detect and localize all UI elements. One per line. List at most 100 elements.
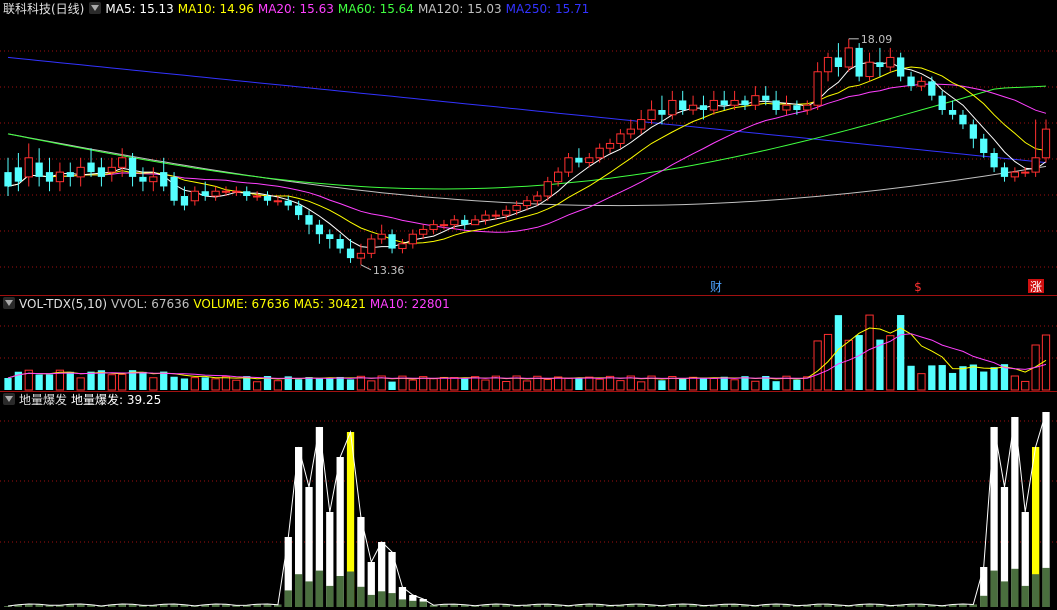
candle-up	[481, 214, 490, 221]
candle-up	[1031, 157, 1040, 173]
volume-bar-down	[897, 315, 905, 390]
indicator-base-bar	[419, 601, 427, 607]
volume-bar-down	[388, 381, 396, 390]
volume-bar-up	[252, 381, 262, 391]
volume-bar-up	[688, 376, 698, 391]
candle-down	[834, 57, 843, 67]
indicator-base-bar	[326, 585, 334, 607]
candle-down	[876, 62, 884, 67]
candle-up	[118, 157, 127, 168]
volume-bar-up	[543, 378, 552, 391]
volume-bar-down	[948, 372, 957, 390]
volume-bar-down	[772, 381, 780, 390]
candle-up	[688, 104, 698, 111]
indicator-base-bar	[336, 576, 344, 607]
volume-bar-up	[273, 380, 283, 391]
candle-down	[4, 172, 12, 187]
candle-up	[439, 224, 449, 227]
indicator-base-bar	[1011, 568, 1019, 607]
candle-up	[149, 176, 158, 183]
candle-down	[461, 219, 469, 225]
candle-down	[243, 191, 251, 196]
event-marker: $	[914, 280, 922, 294]
candle-up	[865, 61, 874, 78]
volume-bar-down	[907, 365, 915, 390]
candle-down	[772, 100, 780, 110]
volume-bar-up	[585, 376, 594, 391]
indicator-base-bar	[357, 586, 365, 607]
volume-bar-up	[367, 380, 376, 391]
candle-down	[35, 162, 43, 177]
volume-bar-up	[450, 377, 459, 391]
candle-up	[232, 190, 241, 193]
volume-bar-down	[4, 378, 12, 390]
volume-pane[interactable]: VOL-TDX(5,10) VVOL: 67636 VOLUME: 67636 MA5…	[0, 296, 1057, 391]
candle-up	[470, 219, 480, 226]
candle-up	[803, 104, 812, 111]
candle-down	[128, 157, 137, 177]
indicator-base-bar	[398, 599, 407, 607]
low-price-label: 13.36	[373, 264, 405, 277]
candle-down	[980, 138, 988, 153]
volume-bar-down	[980, 371, 988, 390]
event-marker: 财	[710, 280, 722, 294]
volume-bar-up	[917, 373, 926, 391]
candle-up	[585, 157, 594, 164]
indicator-line	[7, 411, 1047, 607]
candle-down	[45, 172, 54, 182]
volume-bar-down	[139, 371, 147, 390]
volume-bar-down	[336, 376, 344, 390]
volume-bar-down	[45, 374, 54, 390]
candle-down	[97, 167, 106, 177]
candle-down	[575, 157, 583, 163]
indicator-base-bar	[367, 594, 375, 607]
volume-bar-up	[709, 377, 718, 391]
volume-bar-up	[190, 377, 199, 391]
volume-bar-down	[938, 365, 946, 390]
kline-pane[interactable]: 联科科技(日线) MA5: 15.13 MA10: 14.96 MA20: 15.63…	[0, 0, 1057, 295]
candle-up	[522, 200, 532, 207]
volume-bar-down	[876, 339, 884, 390]
volume-bar-up	[595, 378, 604, 391]
candle-up	[1021, 171, 1030, 174]
ma10-line	[7, 66, 1047, 244]
candle-down	[699, 105, 708, 110]
candle-down	[180, 196, 189, 206]
candle-up	[1010, 171, 1019, 178]
candle-up	[616, 133, 625, 144]
candle-up	[24, 157, 33, 178]
indicator-pane[interactable]: 地量爆发 地量爆发: 39.25	[0, 392, 1057, 610]
candle-up	[252, 195, 262, 198]
candle-down	[160, 172, 168, 187]
candle-down	[315, 224, 324, 235]
candle-down	[170, 176, 178, 201]
candle-down	[658, 110, 666, 115]
candle-up	[668, 99, 677, 116]
volume-bar-up	[813, 340, 822, 391]
candle-up	[429, 224, 438, 230]
candle-down	[855, 47, 863, 77]
candle-down	[793, 105, 801, 110]
indicator-chart[interactable]	[0, 392, 1057, 610]
candle-down	[263, 196, 272, 201]
candle-up	[595, 147, 604, 159]
candle-up	[221, 190, 231, 193]
ma250-line	[7, 56, 1047, 164]
candle-down	[969, 124, 977, 139]
candle-down	[336, 239, 344, 249]
volume-bar-up	[470, 376, 480, 391]
volume-bar-down	[658, 380, 666, 390]
candle-down	[720, 100, 728, 106]
indicator-base-bar	[1042, 567, 1050, 607]
candle-up	[782, 104, 791, 111]
candle-up	[533, 195, 542, 202]
candle-down	[741, 100, 749, 106]
kline-chart[interactable]: 18.09 13.36 财 $ 涨	[0, 0, 1057, 295]
indicator-base-bar	[295, 574, 303, 607]
indicator-base-bar	[409, 600, 417, 607]
volume-chart[interactable]	[0, 296, 1057, 391]
candle-down	[907, 76, 915, 87]
candle-up	[367, 238, 376, 254]
volume-bar-up	[616, 380, 625, 391]
candle-up	[211, 190, 220, 197]
